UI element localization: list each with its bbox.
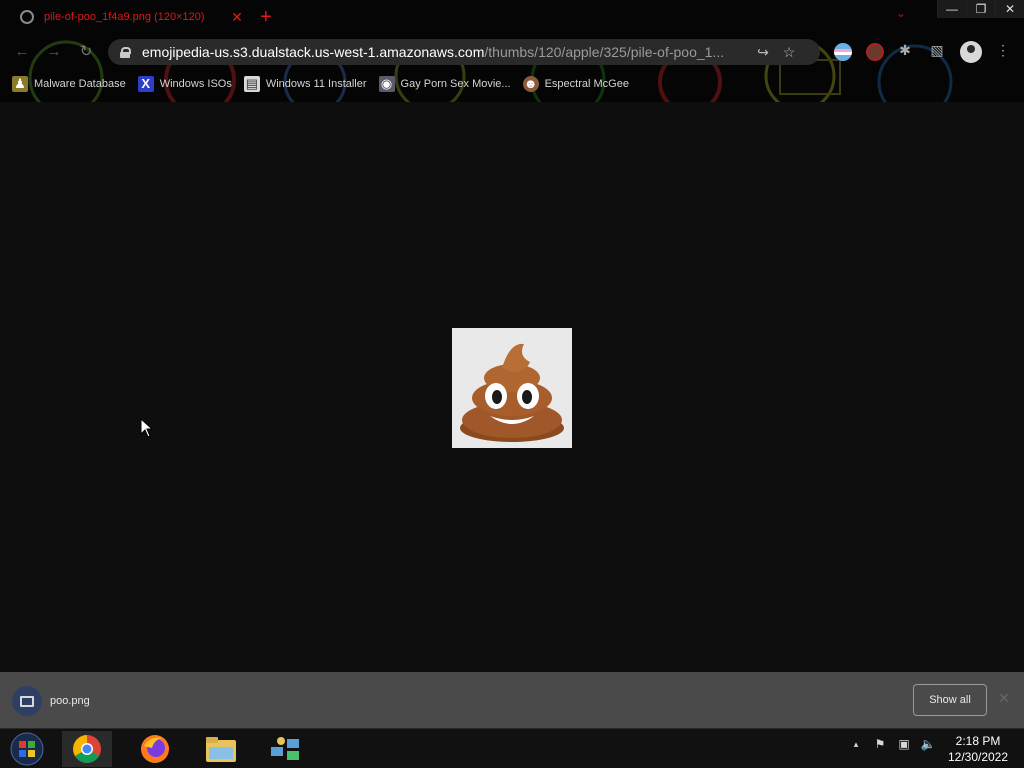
start-orb-icon[interactable] — [8, 731, 46, 767]
x-logo-icon: X — [137, 76, 154, 92]
page-content — [0, 102, 1024, 672]
url-host: emojipedia-us.s3.dualstack.us-west-1.ama… — [142, 44, 485, 60]
extension-flag-icon[interactable] — [834, 43, 852, 61]
back-button[interactable]: ← — [12, 42, 32, 62]
share-icon[interactable]: ↪ — [750, 44, 776, 61]
clock-time: 2:18 PM — [955, 734, 1001, 748]
bookmark-label: Windows 11 Installer — [265, 78, 367, 90]
show-all-button[interactable]: Show all — [913, 684, 987, 716]
close-download-bar-button[interactable]: ✕ — [998, 690, 1010, 707]
pile-of-poo-image[interactable] — [452, 328, 572, 448]
tab-title: pile-of-poo_1f4a9.png (120×120) — [44, 11, 205, 23]
user-icon: ♟ — [12, 76, 28, 92]
globe-icon — [20, 10, 34, 24]
pile-of-poo-icon — [460, 343, 564, 442]
chrome-taskbar-button[interactable] — [62, 731, 112, 767]
firefox-icon — [141, 735, 169, 763]
system-tray: ▴ ⚑ ▣ 🔈 — [844, 737, 940, 751]
bookmark-label: Gay Porn Sex Movie... — [400, 78, 511, 90]
document-icon: ▤ — [243, 76, 260, 92]
bookmark-label: Windows ISOs — [159, 78, 232, 90]
bookmark-label: Malware Database — [34, 78, 126, 90]
window-controls: — ❐ ✕ — [937, 0, 1024, 18]
bookmark-malware-database[interactable]: ♟ Malware Database — [12, 76, 126, 92]
bookmark-windows-11-installer[interactable]: ▤ Windows 11 Installer — [243, 76, 367, 92]
tab-close-button[interactable]: ✕ — [228, 9, 246, 26]
action-center-flag-icon[interactable]: ⚑ — [868, 737, 892, 751]
volume-icon[interactable]: 🔈 — [916, 737, 940, 751]
extensions-puzzle-icon[interactable]: ✱ — [894, 42, 916, 59]
menu-kebab-icon[interactable]: ⋮ — [992, 42, 1014, 59]
tab-search-icon[interactable]: ⌄ — [896, 6, 906, 20]
site-icon: ◉ — [378, 76, 395, 92]
windows-taskbar: ▴ ⚑ ▣ 🔈 2:18 PM 12/30/2022 — [0, 728, 1024, 768]
bookmark-gay-porn-sex-movie[interactable]: ◉ Gay Porn Sex Movie... — [378, 76, 511, 92]
clock-date: 12/30/2022 — [947, 750, 1009, 764]
forward-button[interactable]: → — [44, 42, 64, 62]
network-computers-icon — [271, 737, 299, 760]
mouse-cursor-icon — [140, 418, 154, 438]
url-path: /thumbs/120/apple/325/pile-of-poo_1... — [484, 44, 725, 60]
tab-strip: pile-of-poo_1f4a9.png (120×120) ✕ + ⌄ — … — [0, 0, 1024, 34]
folder-icon — [206, 737, 236, 762]
bookmark-star-icon[interactable]: ☆ — [776, 44, 802, 61]
avatar-icon: ☻ — [522, 76, 539, 92]
lock-icon[interactable] — [120, 46, 131, 58]
bookmark-windows-isos[interactable]: X Windows ISOs — [137, 76, 232, 92]
download-item[interactable]: poo.png — [12, 686, 90, 716]
minimize-button[interactable]: — — [937, 0, 966, 18]
url-text[interactable]: emojipedia-us.s3.dualstack.us-west-1.ama… — [142, 44, 750, 60]
chrome-icon — [73, 735, 101, 763]
browser-frame: pile-of-poo_1f4a9.png (120×120) ✕ + ⌄ — … — [0, 0, 1024, 102]
bookmark-espectral-mcgee[interactable]: ☻ Espectral McGee — [522, 76, 629, 92]
bookmark-label: Espectral McGee — [544, 78, 629, 90]
bookmarks-bar: ♟ Malware Database X Windows ISOs ▤ Wind… — [0, 72, 1024, 96]
address-bar[interactable]: emojipedia-us.s3.dualstack.us-west-1.ama… — [108, 39, 820, 65]
extension-avatar-icon[interactable] — [866, 43, 884, 61]
download-filename: poo.png — [50, 695, 90, 707]
network-app-taskbar-button[interactable] — [260, 731, 310, 767]
tab-active[interactable]: pile-of-poo_1f4a9.png (120×120) ✕ — [10, 4, 246, 30]
browser-toolbar: ← → ↻ emojipedia-us.s3.dualstack.us-west… — [0, 36, 1024, 68]
new-tab-button[interactable]: + — [260, 6, 272, 29]
download-shelf: poo.png Show all ✕ — [0, 672, 1024, 728]
profile-avatar[interactable] — [960, 41, 982, 63]
reload-button[interactable]: ↻ — [76, 42, 96, 62]
firefox-taskbar-button[interactable] — [130, 731, 180, 767]
file-explorer-taskbar-button[interactable] — [196, 731, 246, 767]
show-hidden-icons-arrow-icon[interactable]: ▴ — [844, 739, 868, 750]
side-panel-icon[interactable]: ▧ — [926, 42, 948, 59]
image-file-icon — [12, 686, 42, 716]
restore-button[interactable]: ❐ — [966, 0, 995, 18]
network-icon[interactable]: ▣ — [892, 737, 916, 751]
system-clock[interactable]: 2:18 PM 12/30/2022 — [940, 733, 1016, 765]
close-window-button[interactable]: ✕ — [995, 0, 1024, 18]
